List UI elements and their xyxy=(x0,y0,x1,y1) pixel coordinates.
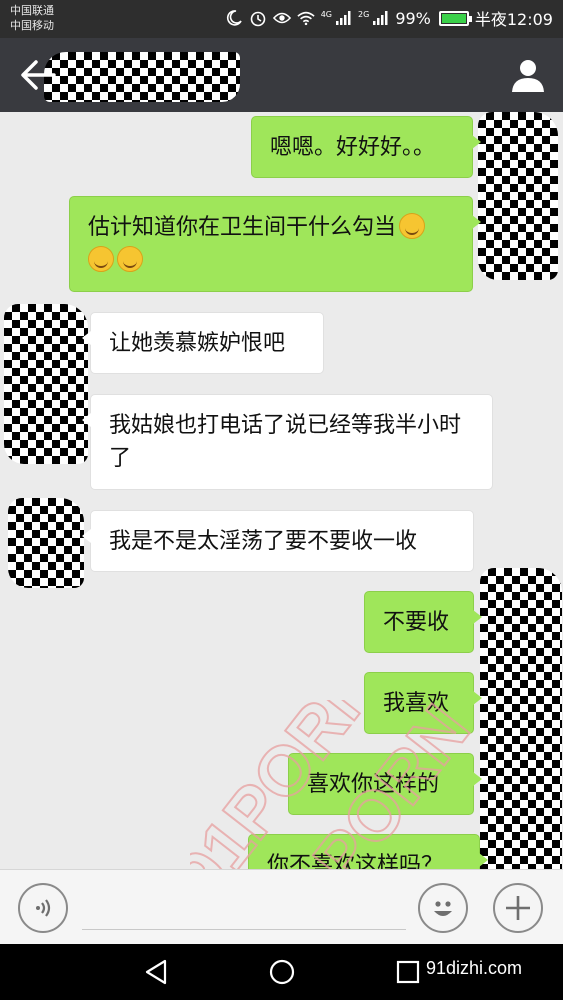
my-avatar-redacted xyxy=(478,112,558,280)
battery-percent: 99% xyxy=(395,8,431,28)
battery-icon xyxy=(438,10,472,26)
alarm-icon xyxy=(249,9,267,27)
wifi-icon xyxy=(297,9,315,27)
my-avatar-redacted xyxy=(480,568,562,869)
nav-back-button[interactable] xyxy=(141,957,171,987)
message-input[interactable] xyxy=(82,890,406,930)
message-text: 我喜欢 xyxy=(383,691,450,716)
message-bubble-sent[interactable]: 嗯嗯。好好好。。 xyxy=(251,116,481,178)
message-bubble-received[interactable]: 我姑娘也打电话了说已经等我半小时了 xyxy=(82,394,493,490)
circle-home-icon xyxy=(269,959,295,985)
input-bar xyxy=(0,869,563,944)
contact-name-redacted xyxy=(44,52,240,102)
network-tag-2g: 2G xyxy=(358,9,370,19)
status-time: 半夜12:09 xyxy=(474,10,553,29)
smiley-icon xyxy=(434,901,452,916)
nav-recents-button[interactable] xyxy=(393,957,423,987)
message-text: 让她羡慕嫉妒恨吧 xyxy=(109,331,286,356)
moon-icon xyxy=(225,9,243,27)
eye-icon xyxy=(272,9,291,27)
message-text: 估计知道你在卫生间干什么勾当 xyxy=(88,215,397,240)
message-text: 你不喜欢这样吗？ xyxy=(267,853,444,869)
voice-button[interactable] xyxy=(18,883,68,933)
message-text: 嗯嗯。好好好。。 xyxy=(270,135,436,160)
carrier-1: 中国联通 xyxy=(10,4,54,17)
chat-info-button[interactable] xyxy=(509,56,547,94)
contact-avatar-redacted xyxy=(8,498,84,588)
nav-home-button[interactable] xyxy=(267,957,297,987)
battery-level xyxy=(441,13,466,23)
contact-avatar-redacted xyxy=(4,304,88,464)
plus-icon xyxy=(506,896,530,920)
message-text: 喜欢你这样的 xyxy=(307,772,440,797)
back-button[interactable] xyxy=(18,56,58,94)
message-bubble-sent[interactable]: 估计知道你在卫生间干什么勾当 xyxy=(69,196,481,292)
signal-icon xyxy=(371,9,389,27)
message-list[interactable]: 嗯嗯。好好好。。 估计知道你在卫生间干什么勾当 让她羡慕嫉妒恨吧 我姑娘也打电话… xyxy=(0,112,563,869)
emoji-icon xyxy=(88,246,114,272)
message-bubble-received[interactable]: 让她羡慕嫉妒恨吧 xyxy=(82,312,324,374)
triangle-back-icon xyxy=(145,959,167,985)
carrier-labels: 中国联通 中国移动 xyxy=(10,3,54,33)
message-text: 不要收 xyxy=(383,610,450,635)
arrow-left-icon xyxy=(21,60,56,90)
message-bubble-sent[interactable]: 不要收 xyxy=(364,591,482,653)
voice-icon xyxy=(36,899,51,917)
square-recents-icon xyxy=(396,960,420,984)
person-icon xyxy=(512,60,544,92)
emoji-button[interactable] xyxy=(418,883,468,933)
system-nav-bar: 91dizhi.com xyxy=(0,944,563,1000)
message-bubble-sent[interactable]: 你不喜欢这样吗？ xyxy=(248,834,488,869)
message-bubble-sent[interactable]: 我喜欢 xyxy=(364,672,482,734)
carrier-2: 中国移动 xyxy=(10,19,54,32)
site-watermark-text: 91dizhi.com xyxy=(426,958,523,978)
status-bar: 中国联通 中国移动 4G 2G 99% 半夜12:09 xyxy=(0,0,563,38)
more-button[interactable] xyxy=(493,883,543,933)
emoji-icon xyxy=(117,246,143,272)
chat-header xyxy=(0,38,563,112)
emoji-icon xyxy=(399,213,426,239)
status-icons: 4G 2G 99% 半夜12:09 xyxy=(225,7,553,29)
signal-icon xyxy=(334,9,352,27)
network-tag-4g: 4G xyxy=(320,9,333,19)
message-text: 我是不是太淫荡了要不要收一收 xyxy=(109,529,418,554)
message-text: 我姑娘也打电话了说已经等我半小时了 xyxy=(109,413,462,471)
message-bubble-received[interactable]: 我是不是太淫荡了要不要收一收 xyxy=(82,510,474,572)
message-bubble-sent[interactable]: 喜欢你这样的 xyxy=(288,753,482,815)
